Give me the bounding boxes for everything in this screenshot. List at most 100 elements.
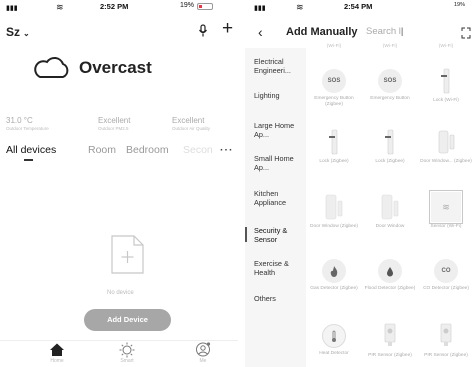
search-input[interactable]: Search l| [366, 26, 463, 40]
product-lock-zigbee-2[interactable]: Lock (Zigbee) [364, 127, 416, 165]
product-label: Emergency Button [370, 96, 410, 101]
tab-room[interactable]: Room [88, 144, 116, 156]
tab-all-devices[interactable]: All devices [6, 144, 56, 156]
category-kitchen-appliance[interactable]: Kitchen Appliance [254, 189, 304, 207]
category-lighting[interactable]: Lighting [254, 91, 304, 100]
lock-icon [385, 129, 394, 155]
category-list: Electrical Engineeri... Lighting Large H… [245, 48, 306, 367]
empty-file-icon [111, 235, 144, 274]
thermometer-icon [322, 324, 346, 348]
nav-label: Smart [120, 358, 134, 364]
category-selected-indicator [245, 227, 247, 242]
product-label: PIR Sensor (Zigbee) [424, 353, 468, 358]
product-label: (Wi-Fi) [382, 44, 398, 49]
sos-icon: SOS [322, 69, 346, 93]
user-icon [196, 342, 211, 357]
product-door-window-zigbee-2[interactable]: Door Window (Zigbee) [308, 192, 360, 230]
home-icon [50, 343, 64, 356]
product-label: Door Window (Zigbee) [310, 224, 358, 229]
battery-percent: 19% [454, 2, 466, 8]
tab-bedroom[interactable]: Bedroom [126, 144, 169, 156]
product-label: Emergency Button (Zigbee) [314, 96, 354, 107]
pir-icon [440, 323, 452, 346]
home-selector[interactable]: Sz ⌄ [6, 25, 30, 39]
page-title: Add Manually [286, 26, 358, 38]
product-door-window[interactable]: Door Window [364, 192, 416, 230]
category-security-sensor[interactable]: Security & Sensor [254, 226, 304, 244]
scan-icon[interactable] [461, 27, 471, 39]
product-label: Sensor (Wi-Fi) [430, 224, 462, 229]
battery-percent: 19% [180, 2, 195, 9]
weather-condition: Overcast [79, 58, 152, 77]
stat-label: Outdoor Temperature [6, 126, 49, 131]
product-label: Lock (Zigbee) [375, 159, 405, 164]
co-icon: CO [434, 259, 458, 283]
stat-value: 31.0 °C [6, 116, 33, 125]
nav-label: Home [50, 358, 64, 364]
add-device-button[interactable]: Add Device [84, 309, 171, 331]
flame-icon [322, 259, 346, 283]
product-co-detector[interactable]: CO CO Detector (Zigbee) [420, 256, 472, 292]
product-label: CO Detector (Zigbee) [423, 286, 469, 291]
chevron-down-icon: ⌄ [23, 29, 30, 38]
room-tabs: All devices Room Bedroom Secon ··· [0, 144, 238, 160]
lock-icon [329, 129, 338, 155]
bottom-nav: Home Smart Me [0, 340, 238, 367]
product-lock-zigbee[interactable]: Lock (Zigbee) [308, 127, 360, 165]
category-others[interactable]: Others [254, 294, 304, 303]
search-placeholder: Search l [366, 26, 401, 37]
sun-icon [119, 342, 135, 358]
product-label: Door Window... (Zigbee) [420, 159, 472, 164]
status-time: 2:52 PM [100, 2, 129, 11]
nav-label: Me [199, 358, 207, 364]
add-icon[interactable]: + [222, 19, 233, 38]
microphone-icon[interactable] [198, 24, 208, 38]
product-label: PIR Sensor (Zigbee) [368, 353, 412, 358]
text-cursor: | [400, 26, 404, 37]
wifi-icon: ≋ [56, 2, 64, 12]
stat-value: Excellent [98, 116, 131, 125]
product-pir-sensor[interactable]: PIR Sensor (Zigbee) [364, 321, 416, 359]
signal-icon: ▮▮▮ [254, 5, 266, 12]
product-gas-detector[interactable]: Gas Detector (Zigbee) [308, 256, 360, 292]
category-electrical[interactable]: Electrical Engineeri... [254, 57, 304, 75]
product-flood-detector[interactable]: Flood Detector (Zigbee) [364, 256, 416, 292]
home-name: Sz [6, 25, 21, 39]
category-large-home-appliance[interactable]: Large Home Ap... [254, 121, 304, 139]
pir-icon [384, 323, 396, 346]
tab-indicator [24, 159, 33, 161]
product-emergency-button-zigbee[interactable]: SOS Emergency Button (Zigbee) [308, 66, 360, 108]
product-lock-wifi[interactable]: Lock (Wi-Fi) [420, 66, 472, 104]
back-icon[interactable]: ‹ [258, 24, 263, 40]
home-screen: ▮▮▮ ≋ 2:52 PM 19% Sz ⌄ + Overcast 31.0 °C… [0, 0, 238, 367]
product-label: (Wi-Fi) [438, 44, 454, 49]
product-label: Heat Detector [319, 351, 349, 356]
tab-second[interactable]: Secon [183, 144, 213, 156]
category-small-home-appliance[interactable]: Small Home Ap... [254, 154, 304, 172]
status-time: 2:54 PM [344, 2, 373, 11]
stat-label: Outdoor Air Quality [172, 126, 211, 131]
nav-smart[interactable]: Smart [107, 341, 147, 364]
product-sensor-wifi[interactable]: ≋ Sensor (Wi-Fi) [420, 190, 472, 230]
more-tabs-button[interactable]: ··· [220, 144, 234, 156]
product-door-window-zigbee[interactable]: Door Window... (Zigbee) [420, 127, 472, 165]
nav-me[interactable]: Me [183, 341, 223, 364]
stat-value: Excellent [172, 116, 205, 125]
stat-label: Outdoor PM2.5 [98, 126, 129, 131]
door-sensor-icon [325, 194, 343, 220]
product-pir-sensor-2[interactable]: PIR Sensor (Zigbee) [420, 321, 472, 359]
drop-icon [378, 259, 402, 283]
signal-icon: ▮▮▮ [6, 5, 18, 12]
product-label: Lock (Wi-Fi) [433, 98, 459, 103]
cloud-icon [34, 57, 69, 78]
category-exercise-health[interactable]: Exercise & Health [254, 259, 304, 277]
outdoor-temperature: 31.0 °C Outdoor Temperature [6, 116, 49, 131]
nav-home[interactable]: Home [37, 341, 77, 364]
product-label: Door Window [375, 224, 405, 229]
door-sensor-icon [381, 194, 399, 220]
product-label: (Wi-Fi) [326, 44, 342, 49]
product-heat-detector[interactable]: Heat Detector [308, 321, 360, 357]
product-emergency-button[interactable]: SOS Emergency Button [364, 66, 416, 102]
product-label: Gas Detector (Zigbee) [310, 286, 358, 291]
battery-icon [197, 3, 213, 10]
